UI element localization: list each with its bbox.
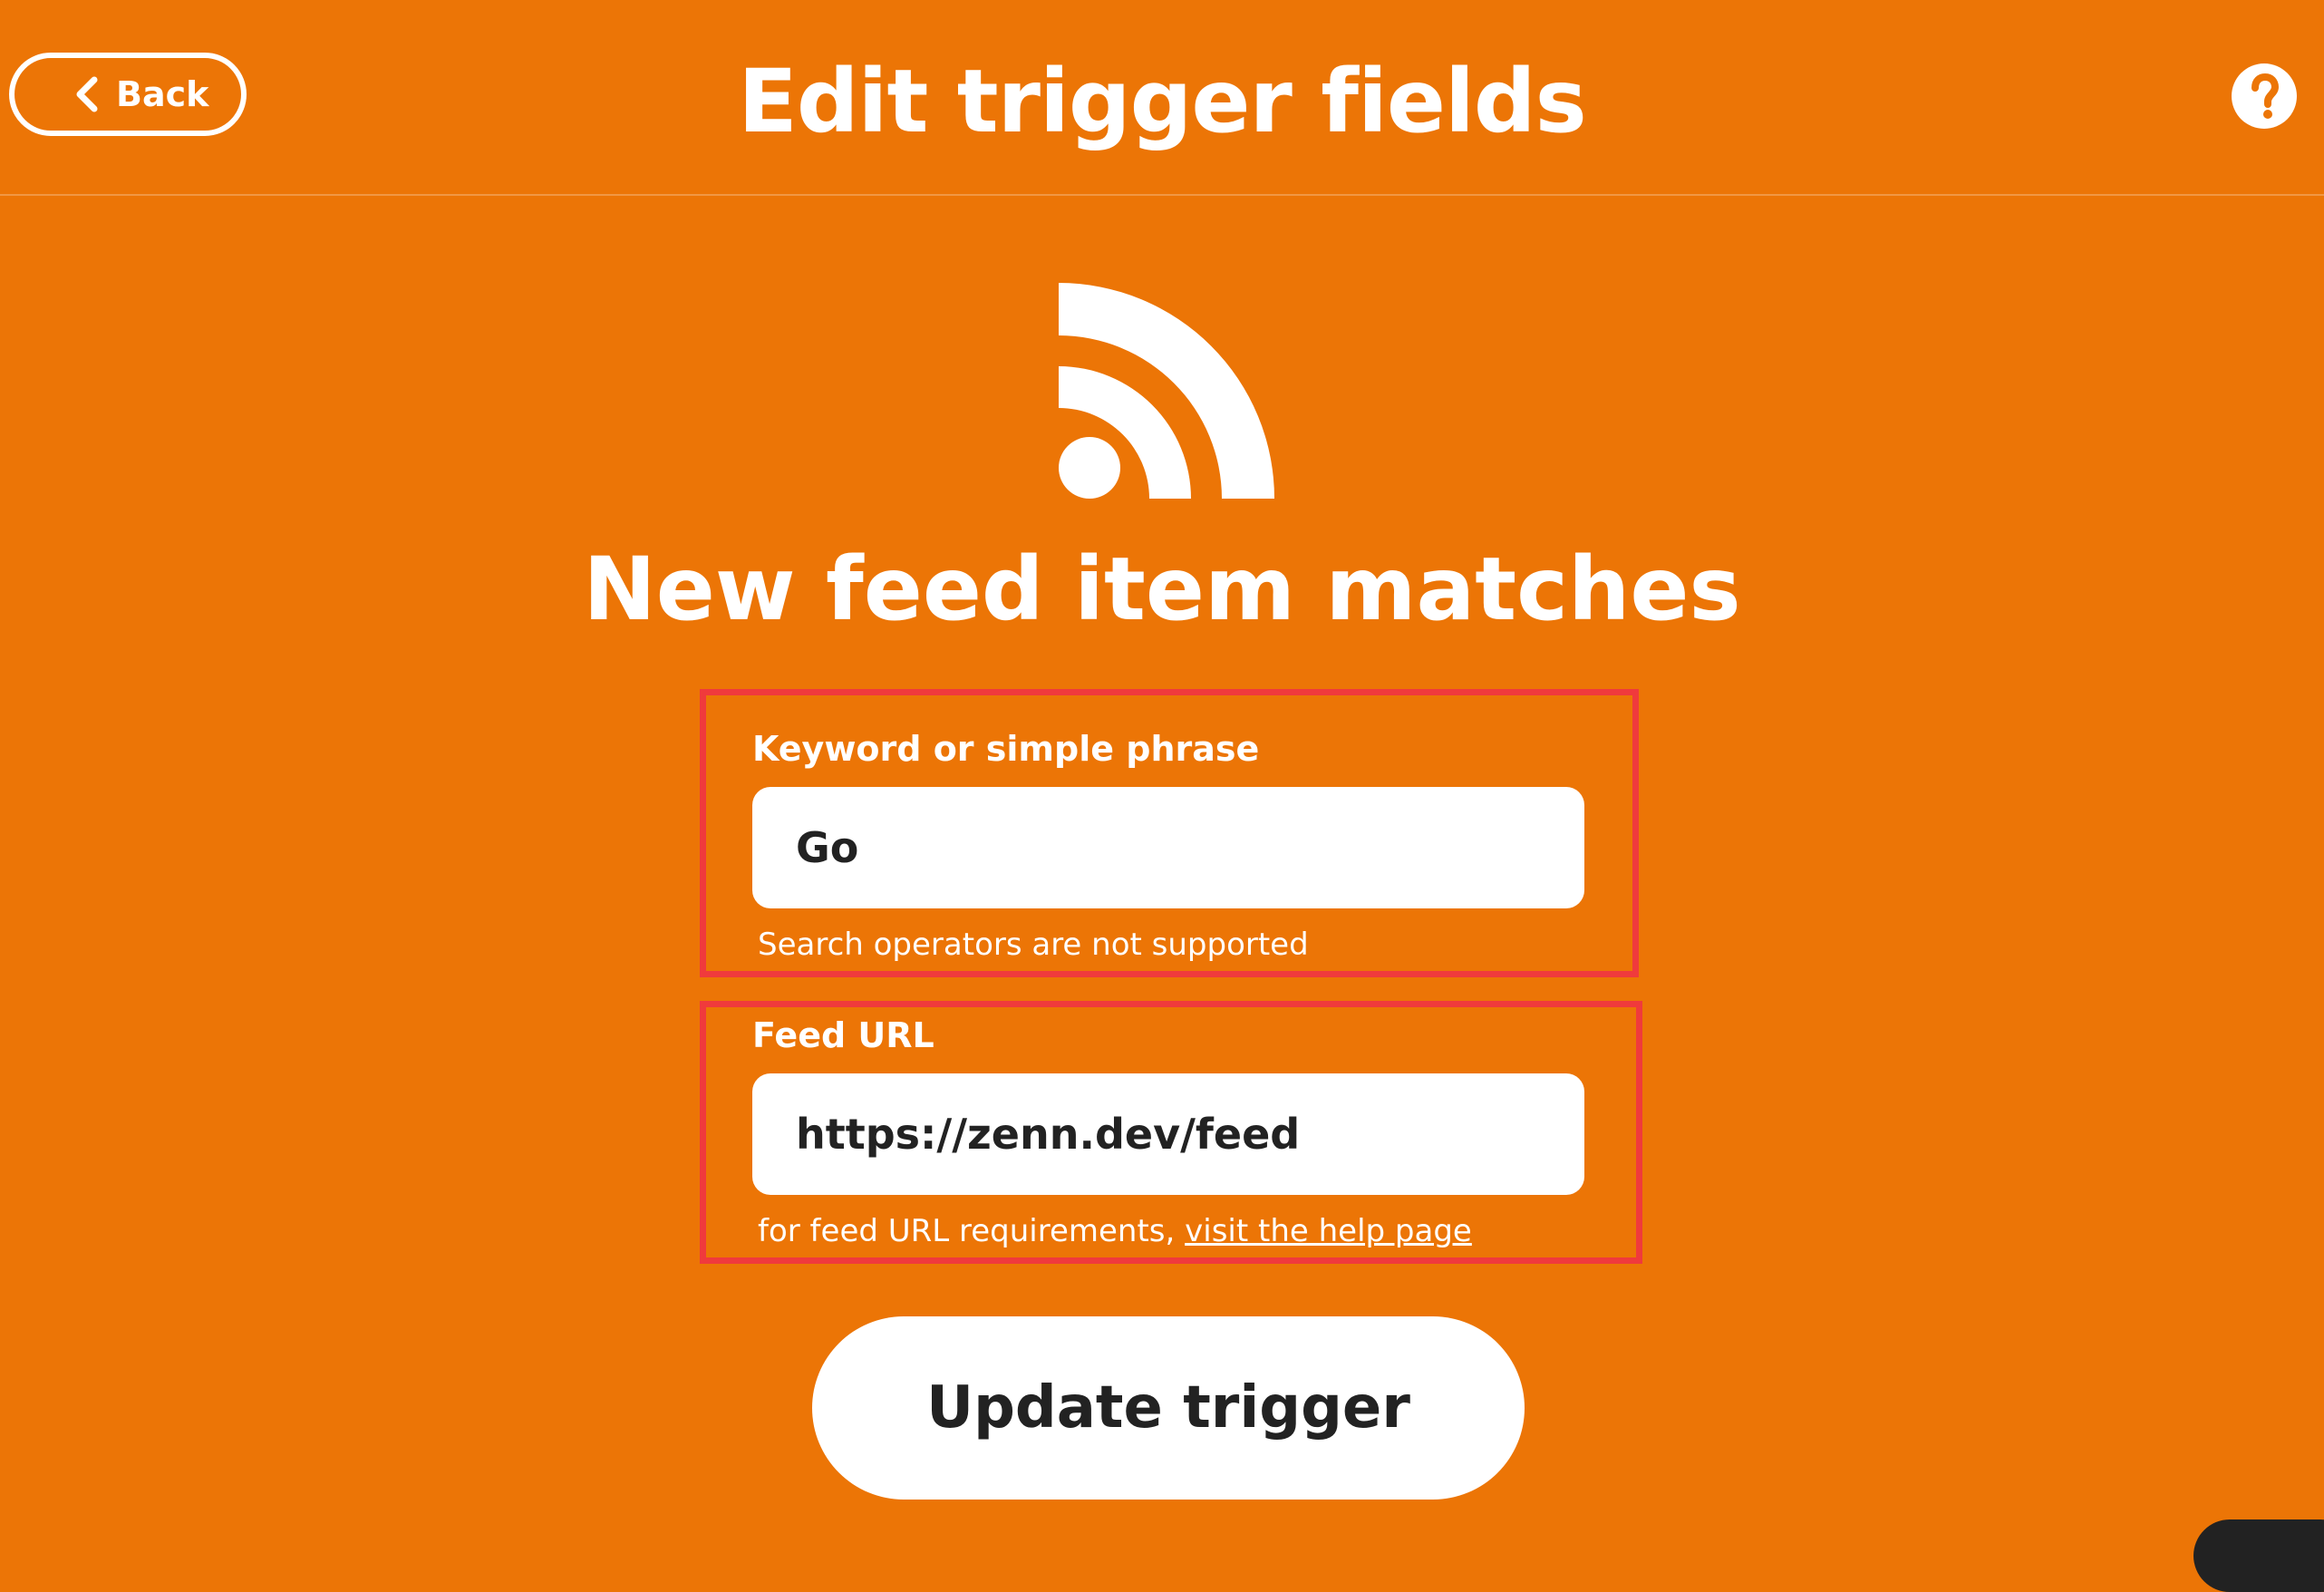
keyword-input[interactable] [752,787,1584,908]
rss-feed-icon [1059,283,1274,499]
header-bar: Back Edit trigger fields [0,0,2324,196]
feed-url-field-label: Feed URL [752,1015,934,1055]
trigger-title: New feed item matches [583,539,1741,640]
feed-url-help-prefix: for feed URL requirements, [758,1213,1186,1249]
floating-widget[interactable] [2193,1519,2324,1592]
help-page-link[interactable]: visit the help page [1185,1213,1472,1249]
feed-url-help-text: for feed URL requirements, visit the hel… [758,1211,1472,1251]
keyword-help-text: Search operators are not supported [758,927,1309,963]
keyword-field-label: Keyword or simple phrase [752,729,1260,769]
question-circle-icon[interactable] [2232,63,2297,129]
update-trigger-button[interactable]: Update trigger [812,1316,1525,1500]
feed-url-input[interactable] [752,1073,1584,1195]
page-title: Edit trigger fields [738,51,1587,152]
